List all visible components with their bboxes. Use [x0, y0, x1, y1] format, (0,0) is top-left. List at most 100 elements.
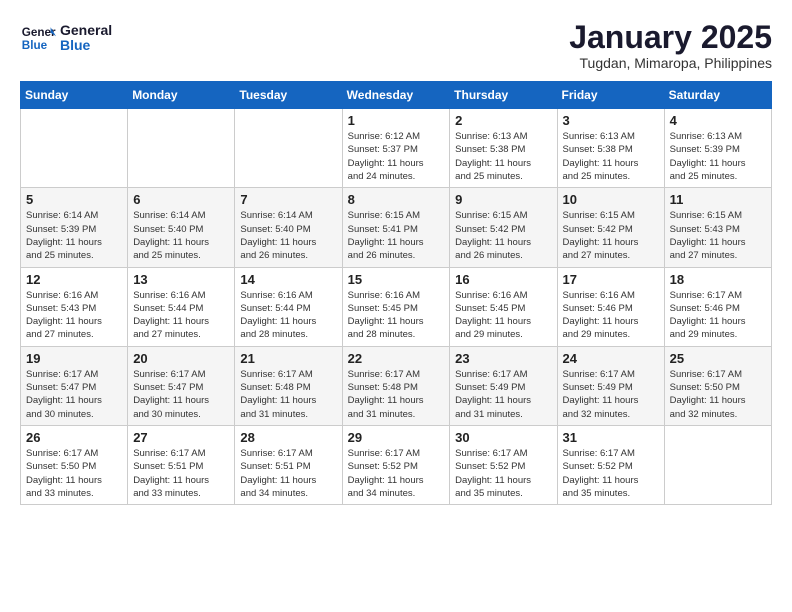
- calendar-subtitle: Tugdan, Mimaropa, Philippines: [569, 55, 772, 71]
- calendar-week-row: 26 Sunrise: 6:17 AM Sunset: 5:50 PM Dayli…: [21, 425, 772, 504]
- day-info: Sunrise: 6:16 AM Sunset: 5:44 PM Dayligh…: [133, 289, 229, 342]
- calendar-cell: 7 Sunrise: 6:14 AM Sunset: 5:40 PM Daylig…: [235, 188, 342, 267]
- calendar-cell: 12 Sunrise: 6:16 AM Sunset: 5:43 PM Dayli…: [21, 267, 128, 346]
- day-number: 8: [348, 192, 445, 207]
- weekday-header: Saturday: [664, 82, 771, 109]
- day-info: Sunrise: 6:16 AM Sunset: 5:45 PM Dayligh…: [455, 289, 551, 342]
- day-number: 30: [455, 430, 551, 445]
- calendar-cell: 23Sunrise: 6:17 AM Sunset: 5:49 PM Dayli…: [450, 346, 557, 425]
- calendar-cell: 18 Sunrise: 6:17 AM Sunset: 5:46 PM Dayli…: [664, 267, 771, 346]
- day-number: 27: [133, 430, 229, 445]
- calendar-cell: 29Sunrise: 6:17 AM Sunset: 5:52 PM Dayli…: [342, 425, 450, 504]
- day-info: Sunrise: 6:17 AM Sunset: 5:46 PM Dayligh…: [670, 289, 766, 342]
- day-info: Sunrise: 6:16 AM Sunset: 5:46 PM Dayligh…: [563, 289, 659, 342]
- day-info: Sunrise: 6:17 AM Sunset: 5:48 PM Dayligh…: [348, 368, 445, 421]
- calendar-cell: 14 Sunrise: 6:16 AM Sunset: 5:44 PM Dayli…: [235, 267, 342, 346]
- calendar-cell: 11 Sunrise: 6:15 AM Sunset: 5:43 PM Dayli…: [664, 188, 771, 267]
- day-info: Sunrise: 6:17 AM Sunset: 5:52 PM Dayligh…: [563, 447, 659, 500]
- logo-general: General: [60, 23, 112, 38]
- day-number: 28: [240, 430, 336, 445]
- weekday-header: Monday: [128, 82, 235, 109]
- day-info: Sunrise: 6:13 AM Sunset: 5:38 PM Dayligh…: [455, 130, 551, 183]
- day-number: 9: [455, 192, 551, 207]
- calendar-cell: 31 Sunrise: 6:17 AM Sunset: 5:52 PM Dayli…: [557, 425, 664, 504]
- day-number: 17: [563, 272, 659, 287]
- day-info: Sunrise: 6:14 AM Sunset: 5:40 PM Dayligh…: [240, 209, 336, 262]
- day-number: 31: [563, 430, 659, 445]
- calendar-cell: 21 Sunrise: 6:17 AM Sunset: 5:48 PM Dayli…: [235, 346, 342, 425]
- calendar-cell: 15 Sunrise: 6:16 AM Sunset: 5:45 PM Dayli…: [342, 267, 450, 346]
- calendar-cell: [128, 109, 235, 188]
- day-info: Sunrise: 6:14 AM Sunset: 5:40 PM Dayligh…: [133, 209, 229, 262]
- page-header: General Blue General Blue January 2025 T…: [20, 20, 772, 71]
- logo: General Blue General Blue: [20, 20, 112, 56]
- calendar-week-row: 19 Sunrise: 6:17 AM Sunset: 5:47 PM Dayli…: [21, 346, 772, 425]
- day-info: Sunrise: 6:16 AM Sunset: 5:43 PM Dayligh…: [26, 289, 122, 342]
- calendar-cell: 8 Sunrise: 6:15 AM Sunset: 5:41 PM Daylig…: [342, 188, 450, 267]
- day-info: Sunrise: 6:17 AM Sunset: 5:48 PM Dayligh…: [240, 368, 336, 421]
- calendar-week-row: 12 Sunrise: 6:16 AM Sunset: 5:43 PM Dayli…: [21, 267, 772, 346]
- day-number: 24: [563, 351, 659, 366]
- day-number: 26: [26, 430, 122, 445]
- calendar-title: January 2025: [569, 20, 772, 55]
- day-number: 20: [133, 351, 229, 366]
- day-number: 2: [455, 113, 551, 128]
- weekday-header: Thursday: [450, 82, 557, 109]
- day-info: Sunrise: 6:17 AM Sunset: 5:50 PM Dayligh…: [26, 447, 122, 500]
- calendar-cell: 3Sunrise: 6:13 AM Sunset: 5:38 PM Daylig…: [557, 109, 664, 188]
- day-number: 19: [26, 351, 122, 366]
- day-info: Sunrise: 6:13 AM Sunset: 5:39 PM Dayligh…: [670, 130, 766, 183]
- logo-icon: General Blue: [20, 20, 56, 56]
- day-info: Sunrise: 6:17 AM Sunset: 5:49 PM Dayligh…: [563, 368, 659, 421]
- weekday-header: Tuesday: [235, 82, 342, 109]
- day-number: 6: [133, 192, 229, 207]
- calendar-cell: [664, 425, 771, 504]
- weekday-header: Wednesday: [342, 82, 450, 109]
- day-number: 18: [670, 272, 766, 287]
- calendar-cell: 5 Sunrise: 6:14 AM Sunset: 5:39 PM Daylig…: [21, 188, 128, 267]
- day-number: 23: [455, 351, 551, 366]
- calendar-cell: 16Sunrise: 6:16 AM Sunset: 5:45 PM Dayli…: [450, 267, 557, 346]
- calendar-table: SundayMondayTuesdayWednesdayThursdayFrid…: [20, 81, 772, 505]
- calendar-cell: 25Sunrise: 6:17 AM Sunset: 5:50 PM Dayli…: [664, 346, 771, 425]
- day-number: 14: [240, 272, 336, 287]
- calendar-cell: 2 Sunrise: 6:13 AM Sunset: 5:38 PM Daylig…: [450, 109, 557, 188]
- day-info: Sunrise: 6:17 AM Sunset: 5:51 PM Dayligh…: [133, 447, 229, 500]
- day-info: Sunrise: 6:15 AM Sunset: 5:41 PM Dayligh…: [348, 209, 445, 262]
- day-info: Sunrise: 6:16 AM Sunset: 5:44 PM Dayligh…: [240, 289, 336, 342]
- day-number: 12: [26, 272, 122, 287]
- day-number: 7: [240, 192, 336, 207]
- day-info: Sunrise: 6:17 AM Sunset: 5:47 PM Dayligh…: [133, 368, 229, 421]
- calendar-cell: 6 Sunrise: 6:14 AM Sunset: 5:40 PM Daylig…: [128, 188, 235, 267]
- logo-blue: Blue: [60, 38, 112, 53]
- calendar-week-row: 1Sunrise: 6:12 AM Sunset: 5:37 PM Daylig…: [21, 109, 772, 188]
- calendar-cell: 1Sunrise: 6:12 AM Sunset: 5:37 PM Daylig…: [342, 109, 450, 188]
- calendar-cell: 26 Sunrise: 6:17 AM Sunset: 5:50 PM Dayli…: [21, 425, 128, 504]
- day-number: 22: [348, 351, 445, 366]
- day-info: Sunrise: 6:17 AM Sunset: 5:50 PM Dayligh…: [670, 368, 766, 421]
- day-info: Sunrise: 6:15 AM Sunset: 5:42 PM Dayligh…: [455, 209, 551, 262]
- calendar-cell: [21, 109, 128, 188]
- svg-text:Blue: Blue: [22, 39, 48, 52]
- day-number: 29: [348, 430, 445, 445]
- day-info: Sunrise: 6:14 AM Sunset: 5:39 PM Dayligh…: [26, 209, 122, 262]
- calendar-cell: 28 Sunrise: 6:17 AM Sunset: 5:51 PM Dayli…: [235, 425, 342, 504]
- day-number: 11: [670, 192, 766, 207]
- day-number: 21: [240, 351, 336, 366]
- day-info: Sunrise: 6:15 AM Sunset: 5:43 PM Dayligh…: [670, 209, 766, 262]
- day-info: Sunrise: 6:16 AM Sunset: 5:45 PM Dayligh…: [348, 289, 445, 342]
- day-number: 4: [670, 113, 766, 128]
- day-number: 15: [348, 272, 445, 287]
- day-info: Sunrise: 6:17 AM Sunset: 5:51 PM Dayligh…: [240, 447, 336, 500]
- day-number: 10: [563, 192, 659, 207]
- day-number: 1: [348, 113, 445, 128]
- day-info: Sunrise: 6:13 AM Sunset: 5:38 PM Dayligh…: [563, 130, 659, 183]
- weekday-header: Friday: [557, 82, 664, 109]
- day-info: Sunrise: 6:17 AM Sunset: 5:47 PM Dayligh…: [26, 368, 122, 421]
- calendar-cell: 20 Sunrise: 6:17 AM Sunset: 5:47 PM Dayli…: [128, 346, 235, 425]
- day-number: 13: [133, 272, 229, 287]
- day-info: Sunrise: 6:15 AM Sunset: 5:42 PM Dayligh…: [563, 209, 659, 262]
- calendar-cell: 13 Sunrise: 6:16 AM Sunset: 5:44 PM Dayli…: [128, 267, 235, 346]
- day-number: 5: [26, 192, 122, 207]
- calendar-cell: 22 Sunrise: 6:17 AM Sunset: 5:48 PM Dayli…: [342, 346, 450, 425]
